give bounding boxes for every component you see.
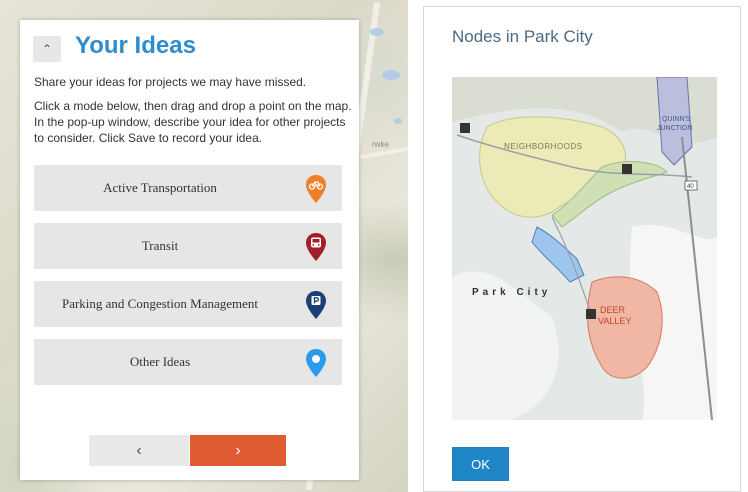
bicycle-pin-icon <box>306 175 326 203</box>
map-lake <box>370 28 384 36</box>
mode-button-transit[interactable]: Transit <box>34 223 342 269</box>
ok-button[interactable]: OK <box>452 447 509 481</box>
map-lake <box>382 70 400 80</box>
previous-button[interactable]: ‹ <box>89 435 189 466</box>
dialog-title: Nodes in Park City <box>452 27 593 46</box>
mode-button-other-ideas[interactable]: Other Ideas <box>34 339 342 385</box>
background-map[interactable]: rwke ⌃ Your Ideas Share your ideas for p… <box>0 0 408 492</box>
map-place-label: rwke <box>372 140 389 149</box>
map-label-park-city: Park City <box>472 287 551 298</box>
collapse-button[interactable]: ⌃ <box>33 36 61 62</box>
mode-button-active-transportation[interactable]: Active Transportation <box>34 165 342 211</box>
parking-pin-icon <box>306 291 326 319</box>
location-pin-icon <box>306 349 326 377</box>
instructions-text: Click a mode below, then drag and drop a… <box>34 99 352 145</box>
intro-text: Share your ideas for projects we may hav… <box>34 75 307 89</box>
your-ideas-panel: ⌃ Your Ideas Share your ideas for projec… <box>20 20 359 480</box>
map-lake <box>394 118 402 124</box>
map-label-neighborhoods: NEIGHBORHOODS <box>504 142 583 151</box>
mode-button-parking[interactable]: Parking and Congestion Management <box>34 281 342 327</box>
mode-label: Transit <box>141 238 179 253</box>
next-button[interactable]: › <box>190 435 286 466</box>
map-label-valley: VALLEY <box>598 316 631 326</box>
mode-label: Parking and Congestion Management <box>61 296 259 311</box>
mode-label: Other Ideas <box>129 354 191 369</box>
map-label-quinns: QUINN'S <box>662 116 691 123</box>
panel-title: Your Ideas <box>75 32 196 59</box>
park-city-map: 40 NEIGHBORHOODS QUINN'S JUNCTION Park C… <box>452 77 717 420</box>
chevron-right-icon: › <box>235 441 241 459</box>
chevron-left-icon: ‹ <box>136 441 142 459</box>
highway-shield-label: 40 <box>687 184 694 190</box>
nodes-dialog: Nodes in Park City 40 NEIGHBORHOODS QUIN… <box>423 6 741 492</box>
bus-pin-icon <box>306 233 326 261</box>
mode-label: Active Transportation <box>103 180 217 195</box>
map-label-junction: JUNCTION <box>657 125 692 132</box>
map-label-deer: DEER <box>600 305 626 315</box>
chevron-up-icon: ⌃ <box>41 42 53 56</box>
park-city-map-graphic: 40 NEIGHBORHOODS QUINN'S JUNCTION Park C… <box>452 77 717 420</box>
